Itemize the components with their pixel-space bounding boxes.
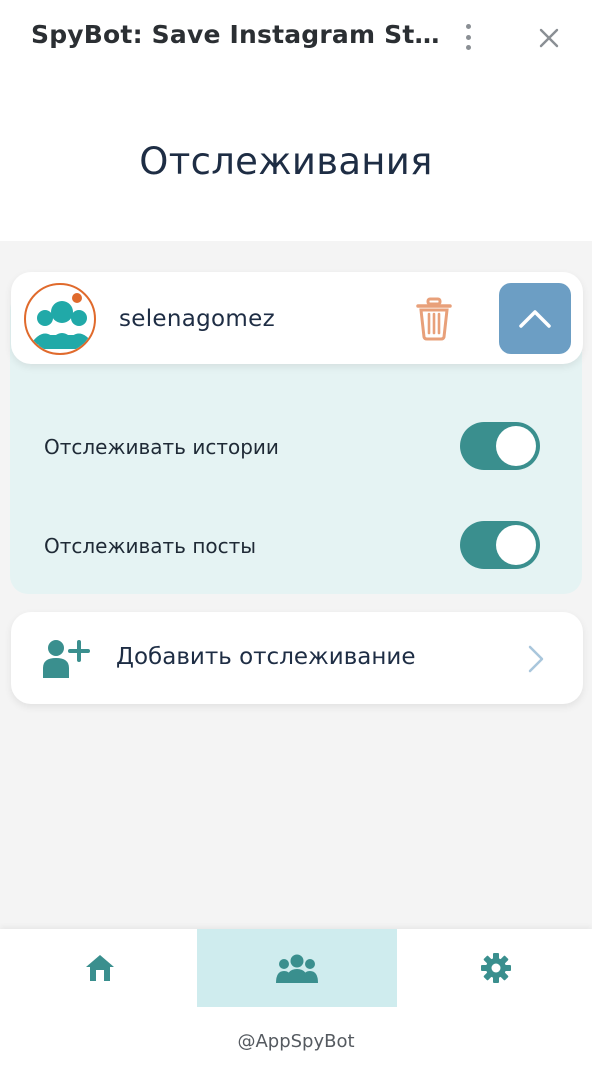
- gear-icon: [481, 953, 511, 983]
- collapse-button[interactable]: [499, 283, 571, 354]
- track-stories-row: Отслеживать истории: [44, 422, 544, 472]
- nav-settings[interactable]: [396, 929, 592, 1007]
- toggle-knob: [496, 426, 536, 466]
- title-bar: SpyBot: Save Instagram Sto...: [0, 0, 592, 76]
- add-tracking-button[interactable]: Добавить отслеживание: [11, 612, 583, 704]
- bottom-nav: @AppSpyBot: [0, 929, 592, 1067]
- track-stories-toggle[interactable]: [460, 422, 540, 470]
- nav-home[interactable]: [0, 929, 200, 1007]
- add-tracking-label: Добавить отслеживание: [116, 644, 416, 670]
- footer-handle: @AppSpyBot: [237, 1031, 355, 1052]
- track-posts-row: Отслеживать посты: [44, 521, 544, 571]
- track-stories-label: Отслеживать истории: [44, 435, 279, 459]
- close-icon[interactable]: [535, 24, 563, 52]
- avatar-status-dot: [72, 293, 82, 303]
- group-avatar-icon: [24, 283, 96, 355]
- nav-tracking[interactable]: [197, 929, 397, 1007]
- app-title: SpyBot: Save Instagram Sto...: [31, 20, 441, 49]
- toggle-knob: [496, 525, 536, 565]
- kebab-menu-icon[interactable]: [455, 22, 481, 52]
- page-title: Отслеживания: [139, 140, 433, 183]
- track-posts-label: Отслеживать посты: [44, 534, 257, 558]
- tracked-username: selenagomez: [119, 306, 275, 332]
- users-icon: [276, 954, 318, 983]
- add-user-icon: [43, 640, 90, 678]
- tracked-user-card: selenagomez: [11, 272, 583, 364]
- home-icon: [86, 955, 114, 981]
- chevron-up-icon: [519, 309, 551, 328]
- track-posts-toggle[interactable]: [460, 521, 540, 569]
- chevron-right-icon: [528, 645, 544, 673]
- trash-icon[interactable]: [415, 297, 453, 341]
